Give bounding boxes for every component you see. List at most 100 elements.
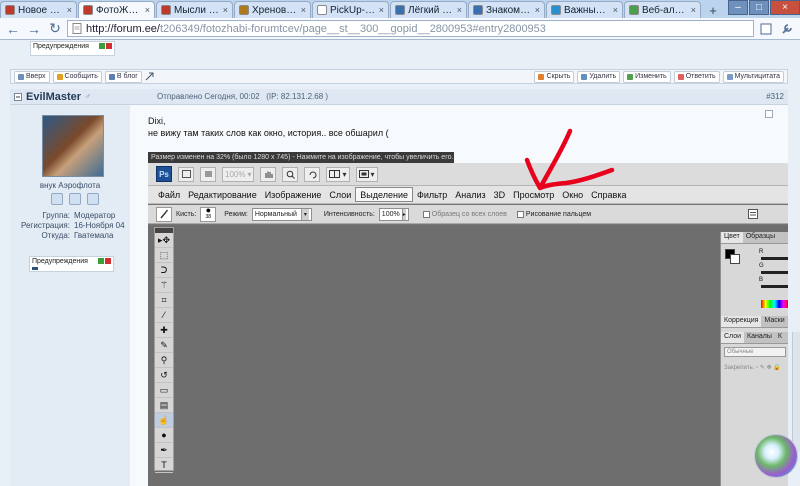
close-window-button[interactable]: × [770,0,800,15]
url-path: t206349/fotozhabi-forumtcev/page__st__30… [159,22,546,35]
edit-button[interactable]: Изменить [623,70,671,83]
add-friend-icon[interactable] [87,193,99,205]
rotate-view-button [304,166,321,182]
tab-close-icon[interactable]: × [613,5,618,15]
arrow-up-button[interactable]: Вверх [14,70,50,83]
tab-close-icon[interactable]: × [379,5,384,15]
page-menu-icon [760,23,772,34]
zoom-dropdown-icon: ▾ [247,169,252,179]
panel-tab-adjust_tabs-1: Маски [764,317,785,324]
warning-icon [56,73,63,80]
browser-tab-1[interactable]: ФотоЖабы ...× [78,1,155,18]
tools-menu-button[interactable] [778,20,796,38]
action-label: В блог [116,73,138,80]
rotate-icon [309,171,317,178]
intensity-label: Интенсивность: [323,210,375,218]
action-label: Изменить [635,73,667,80]
arrange-dropdown-icon: ▾ [342,169,347,179]
new-tab-button[interactable]: + [704,3,722,18]
panel-tab-layer_tabs-2: К [777,333,782,340]
maximize-button[interactable]: □ [749,0,769,15]
tab-close-icon[interactable]: × [67,5,72,15]
minus-icon[interactable] [105,258,111,264]
message-icon[interactable] [69,193,81,205]
actions-left: Вверх Сообщить В блог [14,70,142,83]
finger-painting-label: Рисование пальцем [525,210,592,218]
browser-tab-6[interactable]: Знакомства...× [468,1,545,18]
address-bar[interactable]: http://forum.ee/t206349/fotozhabi-forumt… [67,20,754,37]
image-resize-notice[interactable]: Размер изменен на 32% (было 1280 x 745) … [148,152,454,163]
forward-button[interactable]: → [25,20,43,38]
site-favicon-icon [473,5,483,15]
ps-menu-item-4: Выделение [355,187,413,202]
channel-g-label: G [759,263,764,269]
multiquote-button[interactable]: Мультицитата [722,70,784,83]
minibridge-icon [204,171,212,177]
warning-button[interactable]: Сообщить [52,70,102,83]
tab-close-icon[interactable]: × [535,5,540,15]
back-button[interactable]: ← [4,20,22,38]
browser-tab-7[interactable]: Важные ме...× [546,1,623,18]
site-favicon-icon [629,5,639,15]
workspace-icon [748,209,758,219]
avatar[interactable] [42,115,104,177]
delete-button[interactable]: Удалить [577,70,621,83]
tab-close-icon[interactable]: × [301,5,306,15]
ps-menu-item-5: Фильтр [417,189,448,200]
mode-select: Нормальный ▾ [251,207,312,221]
minus-icon[interactable] [106,43,112,49]
browser-tab-2[interactable]: Мысли всл...× [156,1,233,18]
ps-toolbox: ▸✥ ⬚ ᑐ ⚚ ⌗ ⁄ ✚ ✎ ⚲ ↺ ▭ ▤ ☝ ● ✒ T [154,227,174,473]
tab-close-icon[interactable]: × [223,5,228,15]
reload-button[interactable]: ↻ [46,20,64,38]
ps-menu-item-6: Анализ [455,189,486,200]
healing-icon: ✚ [155,323,173,338]
minimize-button[interactable]: – [728,0,748,15]
plus-icon[interactable] [98,258,104,264]
hide-icon [538,73,545,80]
site-favicon-icon [161,5,171,15]
browser-tab-4[interactable]: PickUp-Gu.r...× [312,1,389,18]
browser-tab-0[interactable]: Новое на ф...× [0,1,77,18]
panel-tab-color_tabs-1: Образцы [745,233,776,240]
post-author[interactable]: EvilMaster [26,91,81,103]
collapse-icon[interactable] [14,92,22,101]
multiquote-checkbox[interactable] [765,110,773,118]
tab-close-icon[interactable]: × [145,5,150,15]
ps-application-bar: Ps 100% ▾ ▾ ▾ [148,163,788,186]
delete-icon [581,73,588,80]
plus-icon[interactable] [99,43,105,49]
zoom-value: 100% [225,169,246,179]
browser-tab-3[interactable]: Хреновина...× [234,1,311,18]
tab-title: Знакомства... [486,4,532,16]
sample-all-layers-option: Образец со всех слоев [422,210,507,218]
post-date[interactable]: Отправлено Сегодня, 00:02 [157,92,260,101]
hand-tool-button [260,166,277,182]
finger-painting-checkbox [516,210,524,218]
lock-label: Закрепить: [724,365,755,371]
post-ip: (IP: 82.131.2.68 ) [266,92,329,101]
action-label: Вверх [26,73,46,80]
tab-close-icon[interactable]: × [691,5,696,15]
ps-menu-item-0: Файл [158,189,181,200]
action-label: Ответить [685,73,716,80]
profile-icon[interactable] [51,193,63,205]
blog-icon [108,73,115,80]
smudge-tool-icon [160,209,169,219]
page-menu-button[interactable] [757,20,775,38]
swirl-logo [754,434,798,478]
post-number[interactable]: #312 [766,92,784,101]
ps-options-bar: Кисть: ● 38 Режим: Нормальный ▾ Интенсивно… [148,205,788,224]
photoshop-screenshot[interactable]: Ps 100% ▾ ▾ ▾ Файл Редактирование Изображен… [148,163,788,486]
hide-button[interactable]: Скрыть [534,70,575,83]
browser-tab-5[interactable]: Лёгкий спо...× [390,1,467,18]
brush-label: Кисть: [176,210,197,218]
blog-button[interactable]: В блог [104,70,142,83]
tab-title: PickUp-Gu.r... [330,4,376,16]
panel-tab-layer_tabs-0: Слои [721,332,745,343]
browser-tab-8[interactable]: Веб-альбо...× [624,1,701,18]
reply-button[interactable]: Ответить [673,70,720,83]
page-scrollbar[interactable] [792,332,800,452]
share-icon[interactable] [145,72,154,81]
tab-close-icon[interactable]: × [457,5,462,15]
